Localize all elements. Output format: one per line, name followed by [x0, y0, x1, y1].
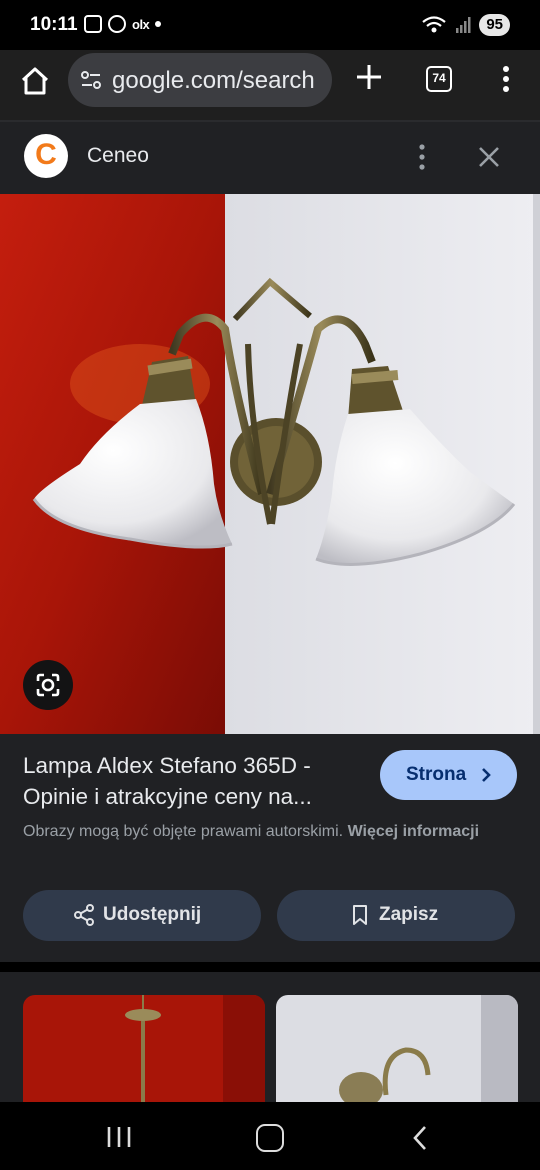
source-logo[interactable]: C	[24, 134, 68, 178]
status-system-icons: 95	[421, 14, 510, 36]
save-label: Zapisz	[379, 904, 439, 925]
result-image[interactable]	[0, 194, 540, 734]
lens-icon	[36, 673, 60, 697]
chandelier-thumbnail	[23, 995, 265, 1115]
related-images	[0, 972, 540, 1115]
tab-switcher-icon[interactable]: 74	[426, 66, 452, 92]
whatsapp-notification-icon	[108, 15, 126, 33]
visit-page-button[interactable]: Strona	[380, 750, 517, 800]
more-notifications-dot	[155, 21, 162, 27]
home-nav-icon[interactable]	[256, 1124, 284, 1152]
address-bar[interactable]: google.com/search	[68, 53, 332, 107]
signal-icon	[456, 17, 471, 33]
image-detail-panel: C Ceneo Lampa Aldex Stefano 365D - Opini…	[0, 120, 540, 962]
wall-lamp-photo	[0, 194, 540, 734]
recent-apps-icon[interactable]	[104, 1124, 134, 1150]
gallery-notification-icon	[84, 15, 102, 33]
close-icon[interactable]	[476, 144, 502, 170]
more-options-icon[interactable]	[412, 142, 432, 172]
wifi-icon	[422, 16, 447, 33]
status-time: 10:11	[30, 14, 78, 35]
save-button[interactable]: Zapisz	[277, 890, 515, 941]
share-icon	[74, 904, 94, 926]
related-image-2[interactable]	[276, 995, 518, 1115]
copyright-text: Obrazy mogą być objęte prawami autorskim…	[23, 823, 344, 840]
url-text: google.com/search	[112, 67, 315, 94]
wall-lamp-thumbnail	[276, 995, 518, 1115]
share-button[interactable]: Udostępnij	[23, 890, 261, 941]
share-label: Udostępnij	[103, 904, 202, 925]
battery-indicator: 95	[479, 14, 510, 36]
status-notifications: olx	[84, 15, 162, 33]
site-settings-icon[interactable]	[80, 69, 102, 91]
status-bar: 10:11 olx 95	[0, 0, 540, 50]
new-tab-icon[interactable]	[352, 60, 386, 94]
related-image-1[interactable]	[23, 995, 265, 1115]
system-navigation-bar	[0, 1102, 540, 1170]
visit-page-label: Strona	[406, 764, 467, 785]
more-info-link[interactable]: Więcej informacji	[348, 823, 479, 840]
olx-notification-icon: olx	[132, 16, 150, 32]
overflow-menu-icon[interactable]	[496, 64, 516, 94]
source-header: C Ceneo	[0, 122, 540, 194]
source-logo-letter: C	[35, 138, 57, 171]
result-title[interactable]: Lampa Aldex Stefano 365D - Opinie i atra…	[23, 750, 363, 812]
google-lens-button[interactable]	[23, 660, 73, 710]
home-icon[interactable]	[16, 62, 54, 100]
bookmark-icon	[353, 905, 367, 925]
back-icon[interactable]	[410, 1124, 430, 1152]
copyright-notice: Obrazy mogą być objęte prawami autorskim…	[23, 819, 493, 844]
source-name[interactable]: Ceneo	[87, 144, 149, 168]
browser-toolbar: google.com/search 74	[0, 50, 540, 120]
chevron-right-icon	[482, 768, 491, 782]
